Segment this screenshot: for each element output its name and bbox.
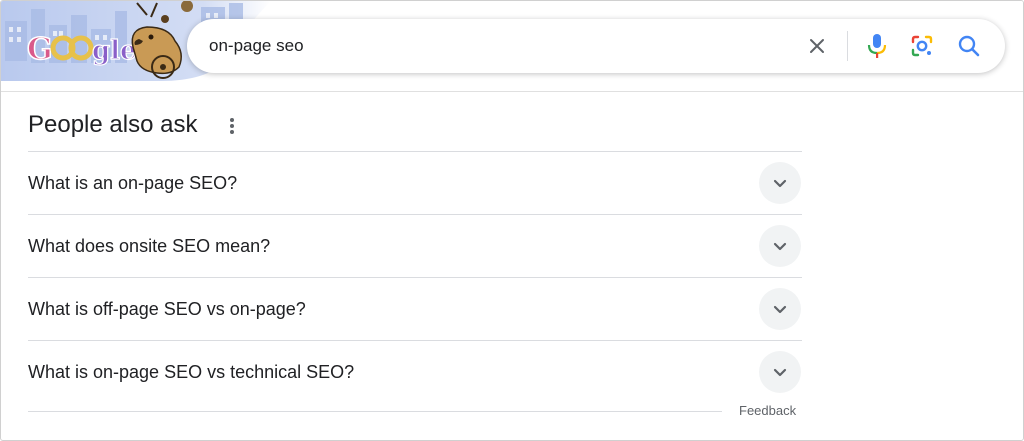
paa-question-text: What is an on-page SEO? xyxy=(28,173,238,193)
chevron-down-icon[interactable] xyxy=(759,351,801,393)
feedback-link[interactable]: Feedback xyxy=(739,403,796,418)
paa-question-list: What is an on-page SEO? What does onsite… xyxy=(28,151,802,404)
chevron-down-icon[interactable] xyxy=(759,225,801,267)
more-vert-icon[interactable] xyxy=(224,115,240,137)
paa-question-item[interactable]: What is on-page SEO vs technical SEO? xyxy=(28,341,802,404)
microphone-icon[interactable] xyxy=(864,32,890,60)
search-bar-divider xyxy=(847,31,848,61)
paa-bottom-divider xyxy=(28,411,722,412)
paa-question-text: What does onsite SEO mean? xyxy=(28,236,271,256)
google-lens-icon[interactable] xyxy=(909,33,935,59)
paa-question-text: What is on-page SEO vs technical SEO? xyxy=(28,362,355,382)
paa-question-item[interactable]: What is an on-page SEO? xyxy=(28,152,802,215)
close-icon[interactable] xyxy=(805,34,829,58)
paa-question-item[interactable]: What does onsite SEO mean? xyxy=(28,215,802,278)
page: G gle on-page seo People also ask What i… xyxy=(0,0,1024,441)
chevron-down-icon[interactable] xyxy=(759,288,801,330)
paa-header: People also ask xyxy=(28,105,802,151)
paa-question-text: What is off-page SEO vs on-page? xyxy=(28,299,306,319)
svg-text:G: G xyxy=(27,32,53,67)
people-also-ask-section: People also ask What is an on-page SEO? … xyxy=(28,105,802,404)
search-input[interactable]: on-page seo xyxy=(209,36,304,56)
paa-question-item[interactable]: What is off-page SEO vs on-page? xyxy=(28,278,802,341)
chevron-down-icon[interactable] xyxy=(759,162,801,204)
search-bar[interactable]: on-page seo xyxy=(187,19,1005,73)
svg-text:gle: gle xyxy=(92,36,137,66)
search-header: G gle on-page seo xyxy=(1,1,1023,92)
search-icon[interactable] xyxy=(956,33,982,59)
paa-title: People also ask xyxy=(28,111,198,138)
